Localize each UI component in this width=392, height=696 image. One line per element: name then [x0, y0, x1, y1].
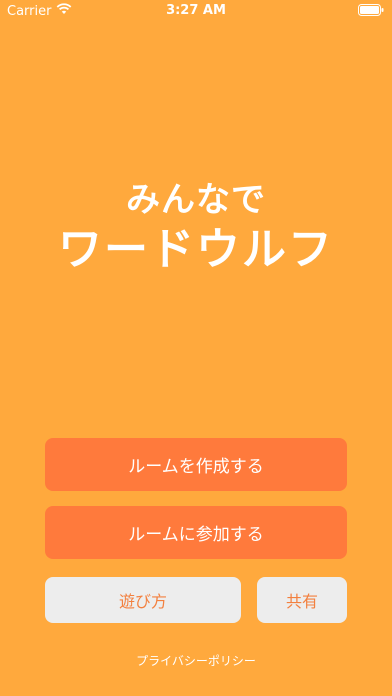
- battery-icon: [358, 4, 384, 20]
- how-to-play-button[interactable]: 遊び方: [45, 577, 241, 623]
- share-button[interactable]: 共有: [257, 577, 347, 623]
- privacy-policy-link[interactable]: プライバシーポリシー: [0, 652, 392, 669]
- title-line1: みんなで: [126, 180, 266, 220]
- status-bar: Carrier 3:27 AM: [0, 0, 392, 22]
- app-title: みんなで ワードウルフ: [0, 178, 392, 278]
- join-room-button[interactable]: ルームに参加する: [45, 506, 347, 559]
- create-room-button[interactable]: ルームを作成する: [45, 438, 347, 491]
- title-line2: ワードウルフ: [58, 224, 334, 275]
- status-time: 3:27 AM: [166, 3, 226, 18]
